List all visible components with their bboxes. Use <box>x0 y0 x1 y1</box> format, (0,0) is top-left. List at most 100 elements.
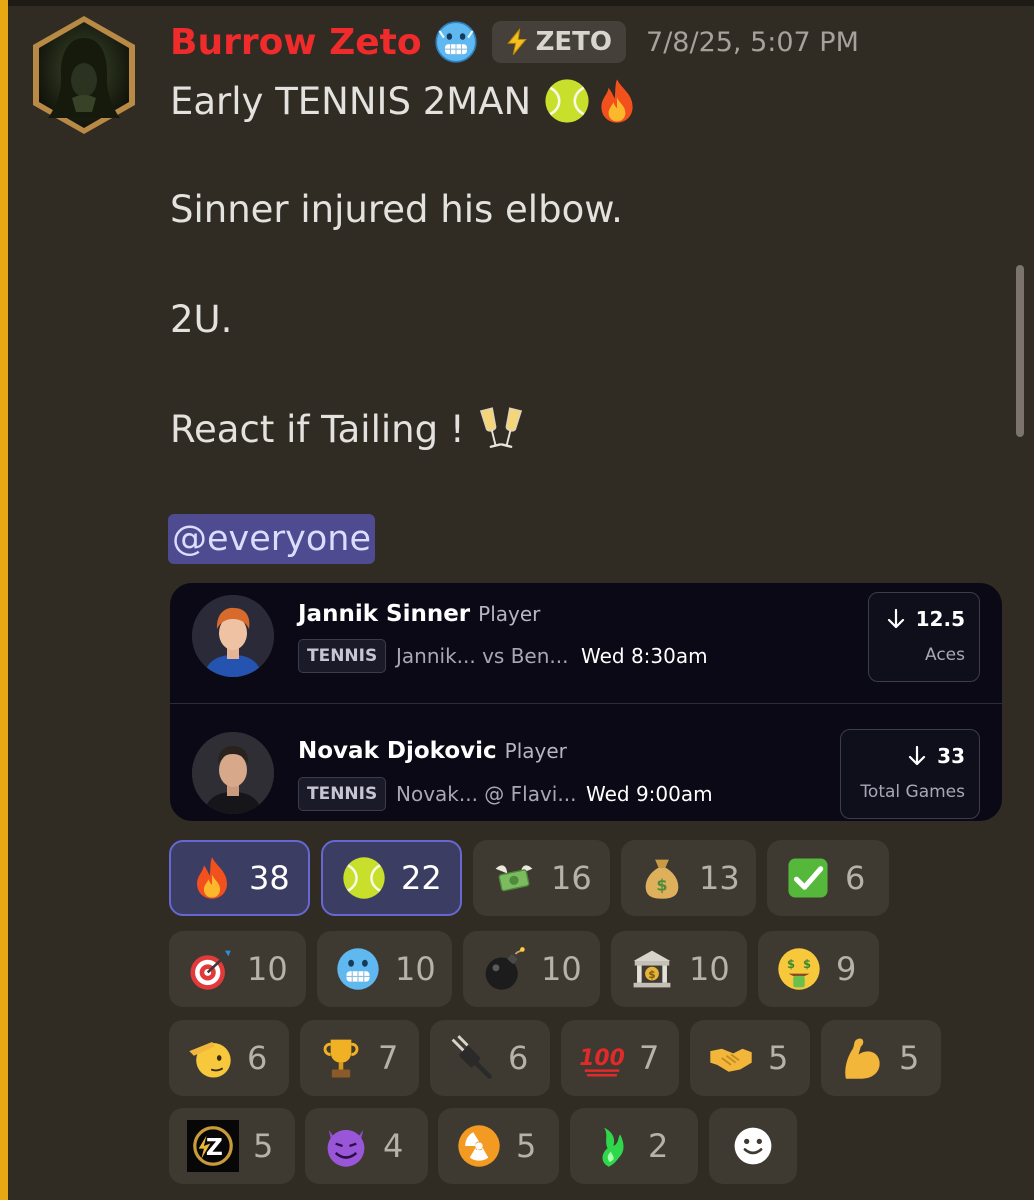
reaction-count: 7 <box>639 1039 660 1077</box>
svg-text:$: $ <box>648 969 655 981</box>
reaction-count: 16 <box>551 859 592 897</box>
line-number: 33 <box>937 744 965 768</box>
handshake-icon <box>710 1048 752 1072</box>
green-flame-icon <box>602 1127 624 1167</box>
reaction-money-with-wings[interactable]: 16 <box>473 840 610 916</box>
reaction-bank[interactable]: $ 10 <box>611 931 747 1007</box>
player-name-text: Novak Djokovic <box>298 738 497 764</box>
reaction-count: 22 <box>401 859 442 897</box>
svg-text:Z: Z <box>206 1133 223 1161</box>
add-reaction-button[interactable] <box>709 1108 797 1184</box>
reaction-count: 10 <box>541 950 582 988</box>
reaction-smiling-devil[interactable]: 4 <box>305 1108 428 1184</box>
direct-hit-icon <box>190 950 231 990</box>
reaction-flexed-biceps[interactable]: 5 <box>821 1020 941 1096</box>
message-text: Early TENNIS 2MAN <box>170 79 532 123</box>
clinking-glasses-icon <box>479 407 522 448</box>
hundred-points-icon: 100 <box>579 1046 625 1077</box>
fire-icon <box>601 79 633 123</box>
reaction-bomb[interactable]: 10 <box>463 931 600 1007</box>
reaction-check-mark[interactable]: 6 <box>767 840 889 916</box>
reaction-count: 5 <box>516 1127 537 1165</box>
tennis-ball-icon <box>545 79 589 123</box>
reaction-money-mouth[interactable]: $ $ 9 <box>758 931 879 1007</box>
money-with-wings-icon <box>495 865 533 892</box>
reaction-handshake[interactable]: 5 <box>690 1020 810 1096</box>
player-name-text: Jannik Sinner <box>298 601 471 627</box>
stat-line-value: 33 <box>907 744 965 768</box>
picks-embed[interactable]: Jannik Sinner Player TENNIS Jannik... vs … <box>170 583 1002 821</box>
money-mouth-face-icon: $ $ <box>778 948 820 990</box>
reaction-count: 6 <box>247 1039 268 1077</box>
reaction-fire[interactable]: 38 <box>169 840 310 916</box>
server-tag-badge[interactable]: ZETO <box>491 21 627 63</box>
check-mark-icon <box>788 858 828 898</box>
bomb-icon <box>485 947 525 990</box>
reaction-hundred[interactable]: 100 7 <box>561 1020 679 1096</box>
message-text: Sinner injured his elbow. <box>170 187 623 231</box>
message-text: 2U. <box>170 297 233 341</box>
reaction-saluting-face[interactable]: 6 <box>169 1020 289 1096</box>
author-avatar[interactable] <box>30 14 138 136</box>
reaction-count: 5 <box>899 1039 920 1077</box>
stat-category: Aces <box>925 645 965 665</box>
message-line-3: 2U. <box>170 294 232 344</box>
reaction-count: 6 <box>508 1039 529 1077</box>
pick-row[interactable]: Jannik Sinner Player TENNIS Jannik... vs … <box>170 583 1002 701</box>
zeto-logo-icon: Z <box>187 1120 239 1172</box>
reaction-green-flame[interactable]: 2 <box>570 1108 698 1184</box>
message-header: Burrow Zeto ZETO 7/8/25, 5:07 PM <box>170 18 859 66</box>
lightning-icon <box>506 27 527 55</box>
game-time: Wed 9:00am <box>586 782 713 806</box>
stat-line-box[interactable]: 12.5 Aces <box>868 592 980 682</box>
smiling-devil-icon <box>327 1129 365 1167</box>
sport-badge: TENNIS <box>298 639 387 673</box>
reaction-count: 9 <box>836 950 857 988</box>
electric-plug-icon <box>451 1035 492 1079</box>
reaction-direct-hit[interactable]: 10 <box>169 931 306 1007</box>
reaction-count: 4 <box>383 1127 404 1165</box>
pick-row[interactable]: Novak Djokovic Player TENNIS Novak... @ F… <box>170 703 1002 821</box>
trophy-icon <box>323 1039 359 1078</box>
author-name[interactable]: Burrow Zeto <box>170 22 422 63</box>
reaction-radioactive[interactable]: 5 <box>438 1108 559 1184</box>
reaction-count: 6 <box>845 859 866 897</box>
mention-highlight-bar <box>0 0 8 1200</box>
message-line-2: Sinner injured his elbow. <box>170 184 623 234</box>
hooded-figure-icon <box>33 16 135 134</box>
reaction-count: 2 <box>648 1127 669 1165</box>
reaction-count: 5 <box>768 1039 789 1077</box>
reaction-count: 7 <box>378 1039 399 1077</box>
reaction-trophy[interactable]: 7 <box>300 1020 419 1096</box>
radioactive-icon <box>458 1125 500 1167</box>
bank-icon: $ <box>633 950 671 988</box>
player-role: Player <box>504 739 567 763</box>
reaction-count: 10 <box>689 950 730 988</box>
arrow-down-icon <box>887 608 904 629</box>
message-line-1: Early TENNIS 2MAN <box>170 76 641 126</box>
svg-text:$: $ <box>803 957 811 971</box>
money-bag-icon: $ <box>645 859 679 899</box>
reaction-tennis-ball[interactable]: 22 <box>321 840 462 916</box>
svg-text:$: $ <box>656 876 667 895</box>
player-photo <box>192 595 274 677</box>
everyone-mention[interactable]: @everyone <box>168 514 376 564</box>
reaction-money-bag[interactable]: $ 13 <box>621 840 756 916</box>
svg-text:$: $ <box>787 957 795 971</box>
flexed-biceps-icon <box>845 1038 880 1079</box>
reaction-count: 13 <box>699 859 740 897</box>
message-timestamp[interactable]: 7/8/25, 5:07 PM <box>646 27 859 58</box>
stat-line-box[interactable]: 33 Total Games <box>840 729 980 819</box>
player-avatar <box>192 732 274 814</box>
reaction-zeto-logo[interactable]: Z 5 <box>169 1108 295 1184</box>
stat-line-value: 12.5 <box>886 607 965 631</box>
line-number: 12.5 <box>915 607 965 631</box>
reaction-electric-plug[interactable]: 6 <box>430 1020 550 1096</box>
player-photo <box>192 732 274 814</box>
reaction-cold-face[interactable]: 10 <box>317 931 452 1007</box>
message-line-4: React if Tailing ! <box>170 404 525 454</box>
scrollbar-thumb[interactable] <box>1016 265 1024 437</box>
matchup-text: Jannik... vs Ben... <box>396 644 569 668</box>
reaction-count: 5 <box>253 1127 274 1165</box>
cold-face-icon <box>337 948 379 990</box>
